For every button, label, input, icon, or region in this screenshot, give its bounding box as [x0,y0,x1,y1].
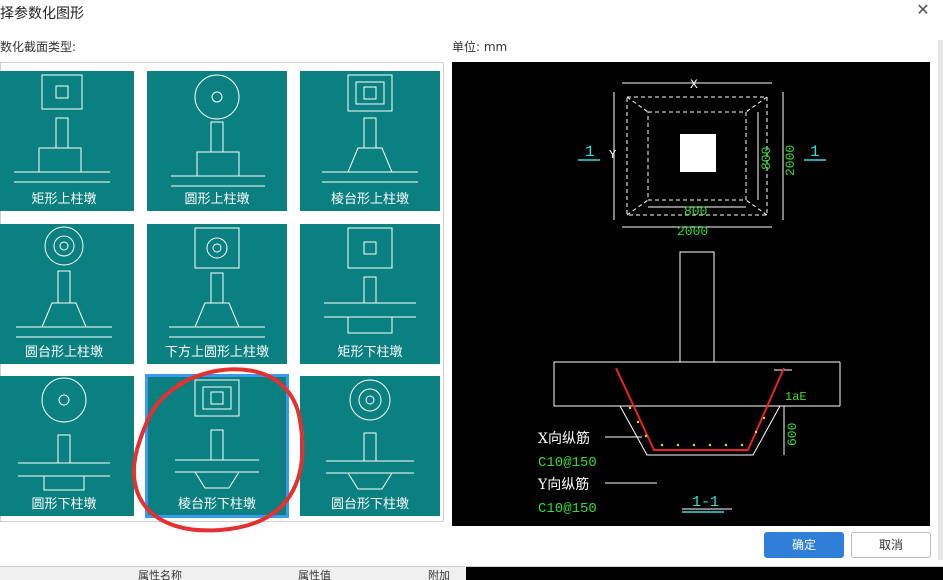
x-rebar-label: X向纵筋 [538,430,590,447]
dim-y: Y [609,148,616,162]
shape-grid: 矩形上柱墩 圆形上柱墩 棱台形上柱墩 圆台形上柱墩 下方上圆形上柱墩 矩形下柱墩… [0,62,444,522]
dim-2000-h: 2000 [677,224,708,239]
column-plan-square [680,134,716,172]
y-rebar-label: Y向纵筋 [537,476,589,493]
dim-800-v: 800 [759,147,774,170]
close-icon[interactable]: ✕ [915,2,931,18]
dim-800-h: 800 [684,204,707,219]
dim-x: X [690,77,698,92]
shape-label: 矩形下柱墩 [337,345,403,360]
dim-2000-v: 2000 [783,145,798,176]
dialog-title: 择参数化图形 [0,6,84,22]
unit-label: 单位: mm [452,40,508,54]
shape-tile[interactable]: 矩形下柱墩 [300,224,440,364]
shape-label: 圆台形下柱墩 [330,497,409,512]
dim-600: 600 [785,423,800,446]
extra-header: 附加 [428,569,450,580]
property-value-header: 属性值 [298,569,331,580]
shape-label: 圆台形上柱墩 [24,345,103,360]
shape-label: 下方上圆形上柱墩 [164,345,269,360]
preview-panel: X Y 800 2000 800 2000 1 1 1aE 600 X向纵筋 C… [452,62,930,526]
shape-tile[interactable]: 下方上圆形上柱墩 [147,224,287,364]
shape-label: 棱台形下柱墩 [177,497,256,512]
shape-tile[interactable]: 棱台形上柱墩 [300,71,440,211]
shape-tile[interactable]: 圆形下柱墩 [0,376,134,516]
y-rebar-spec: C10@150 [538,501,597,517]
section-mark-left: 1 [585,143,595,161]
shape-tile[interactable]: 圆形上柱墩 [147,71,287,211]
section-mark-right: 1 [810,143,820,161]
shape-label: 圆形上柱墩 [184,192,250,207]
shape-label: 棱台形上柱墩 [330,192,409,207]
scrollbar[interactable] [938,40,943,560]
ok-button[interactable]: 确定 [764,532,844,558]
cancel-button[interactable]: 取消 [851,532,931,558]
shape-tile-selected[interactable]: 棱台形下柱墩 [145,374,289,518]
background-canvas [466,567,943,580]
shape-label: 圆形下柱墩 [31,497,97,512]
shape-label: 矩形上柱墩 [31,192,97,207]
shape-tile[interactable]: 圆台形下柱墩 [300,376,440,516]
preview-drawing: X Y 800 2000 800 2000 1 1 1aE 600 X向纵筋 C… [537,77,841,517]
shape-tile[interactable]: 矩形上柱墩 [0,71,134,211]
section-type-label: 数化截面类型: [0,40,77,54]
x-rebar-spec: C10@150 [538,455,597,471]
shape-tile[interactable]: 圆台形上柱墩 [0,224,134,364]
property-name-header: 属性名称 [138,569,182,580]
lae-label: 1aE [785,390,807,404]
bottom-property-bar: 属性名称 属性值 附加 [0,566,943,580]
section-title: 1-1 [692,494,719,511]
